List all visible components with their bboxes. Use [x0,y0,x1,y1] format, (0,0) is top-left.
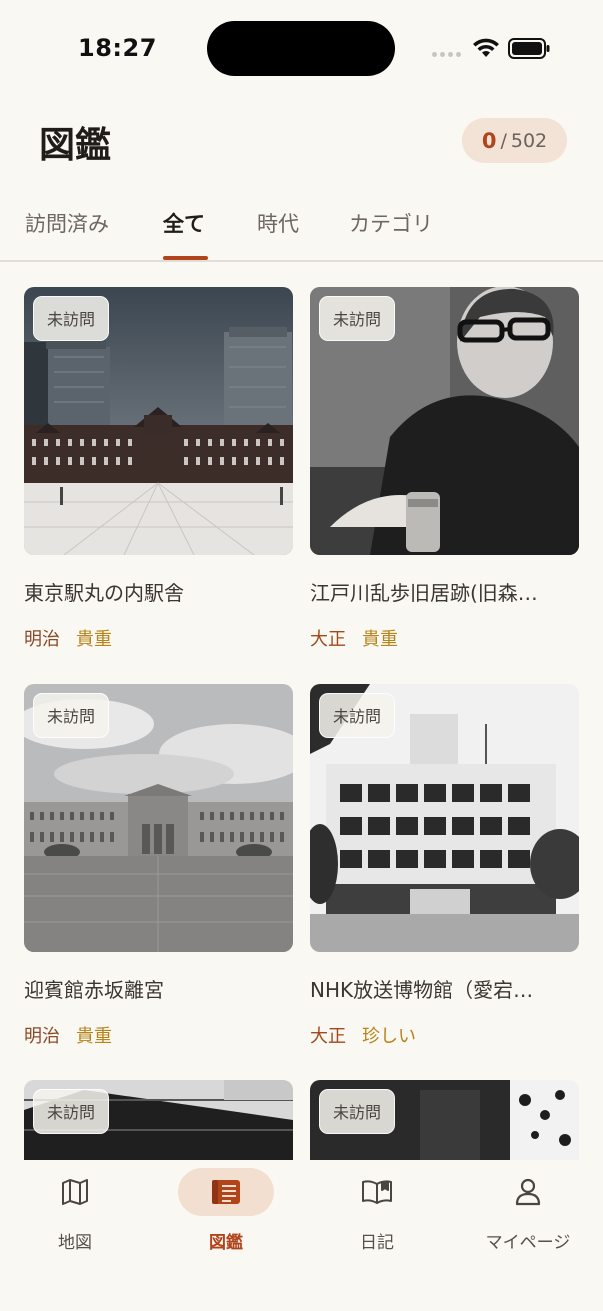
book-icon [178,1168,274,1216]
open-book-icon [329,1168,425,1216]
unvisited-badge: 未訪問 [33,693,110,738]
nav-label: 図鑑 [209,1233,243,1253]
card-tags: 大正 珍しい [310,1022,416,1048]
card-title: NHK放送博物館（愛宕… [310,978,534,1002]
rarity-tag: 貴重 [362,629,398,650]
card-image: 未訪問 [310,287,579,555]
list-item[interactable]: 未訪問 NHK放送博物館（愛宕… 大正 珍しい [310,684,579,1047]
card-image: 未訪問 [310,1080,579,1160]
card-title: 東京駅丸の内駅舎 [24,581,184,605]
nav-map[interactable]: 地図 [20,1168,130,1253]
card-image: 未訪問 [24,287,293,555]
card-image: 未訪問 [310,684,579,952]
list-item[interactable]: 未訪問 [24,1080,293,1160]
unvisited-badge: 未訪問 [319,1089,396,1134]
nav-label: 地図 [58,1233,92,1253]
unvisited-badge: 未訪問 [33,1089,110,1134]
nav-encyclopedia[interactable]: 図鑑 [171,1168,281,1253]
card-tags: 明治 貴重 [24,1022,112,1048]
nav-label: マイページ [485,1233,571,1253]
era-tag: 大正 [310,629,346,650]
rarity-tag: 貴重 [76,629,112,650]
rarity-tag: 珍しい [362,1026,416,1047]
collection-grid: 未訪問 東京駅丸の内駅舎 明治 貴重 未訪問 江戸川乱歩旧居跡(旧森… 大正 貴… [0,0,603,1160]
unvisited-badge: 未訪問 [33,296,110,341]
unvisited-badge: 未訪問 [319,693,396,738]
card-title: 江戸川乱歩旧居跡(旧森… [310,581,538,605]
era-tag: 大正 [310,1026,346,1047]
nav-diary[interactable]: 日記 [322,1168,432,1253]
list-item[interactable]: 未訪問 [310,1080,579,1160]
era-tag: 明治 [24,1026,60,1047]
bottom-tab-bar: 地図 図鑑 日記 マイページ [0,1160,603,1311]
nav-mypage[interactable]: マイページ [473,1168,583,1253]
unvisited-badge: 未訪問 [319,296,396,341]
map-icon [27,1168,123,1216]
era-tag: 明治 [24,629,60,650]
card-title: 迎賓館赤坂離宮 [24,978,164,1002]
rarity-tag: 貴重 [76,1026,112,1047]
person-icon [480,1168,576,1216]
card-image: 未訪問 [24,1080,293,1160]
list-item[interactable]: 未訪問 江戸川乱歩旧居跡(旧森… 大正 貴重 [310,287,579,650]
list-item[interactable]: 未訪問 迎賓館赤坂離宮 明治 貴重 [24,684,293,1047]
card-tags: 明治 貴重 [24,625,112,651]
card-tags: 大正 貴重 [310,625,398,651]
nav-label: 日記 [360,1233,394,1253]
card-image: 未訪問 [24,684,293,952]
list-item[interactable]: 未訪問 東京駅丸の内駅舎 明治 貴重 [24,287,293,650]
